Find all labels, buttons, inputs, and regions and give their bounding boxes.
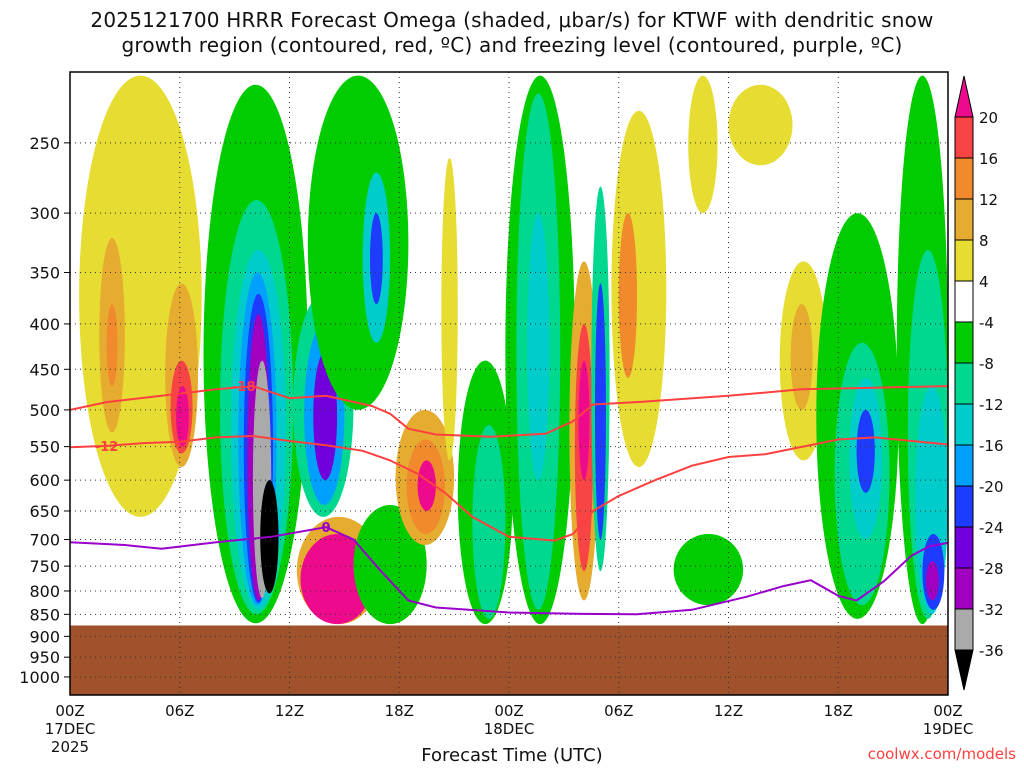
y-tick-label: 800	[29, 582, 60, 601]
plot-area: -18 -12 0	[70, 72, 948, 695]
contour-label: 0	[322, 521, 331, 536]
x-tick-label: 00Z	[55, 702, 84, 720]
x-tick-label: 12Z	[714, 702, 743, 720]
y-tick-label: 950	[29, 648, 60, 667]
colorbar-label: -4	[979, 314, 994, 332]
colorbar-segment	[954, 526, 974, 569]
colorbar-segment	[954, 280, 974, 323]
x-tick-label: 17DEC	[45, 720, 96, 738]
omega-shaded-region	[578, 360, 590, 481]
x-tick-label: 18Z	[385, 702, 414, 720]
y-tick-label: 650	[29, 502, 60, 521]
colorbar-segment	[954, 198, 974, 241]
omega-shaded-region	[790, 304, 813, 410]
credit-link[interactable]: coolwx.com/models	[868, 745, 1016, 763]
y-tick-label: 500	[29, 401, 60, 420]
omega-shaded-region	[472, 425, 506, 619]
colorbar-segment	[954, 444, 974, 487]
colorbar-segment	[954, 362, 974, 405]
x-tick-label: 00Z	[494, 702, 523, 720]
colorbar-segment	[954, 403, 974, 446]
x-tick-label: 06Z	[604, 702, 633, 720]
colorbar-label: -12	[979, 396, 1004, 414]
x-tick-label: 19DEC	[923, 720, 974, 738]
omega-shaded-region	[594, 283, 606, 540]
x-tick-label: 18Z	[824, 702, 853, 720]
y-tick-label: 350	[29, 263, 60, 282]
omega-shaded-region	[106, 304, 118, 387]
y-tick-label: 600	[29, 471, 60, 490]
x-tick-label: 18DEC	[484, 720, 535, 738]
colorbar-segment	[954, 239, 974, 282]
contour-label: -18	[232, 380, 256, 395]
y-tick-label: 900	[29, 627, 60, 646]
colorbar-segment	[954, 485, 974, 528]
omega-shaded-region	[673, 533, 744, 606]
colorbar-segment	[954, 116, 974, 159]
x-tick-label: 12Z	[275, 702, 304, 720]
omega-shaded-region	[307, 75, 409, 410]
contour-label: -12	[95, 440, 119, 455]
colorbar-segment	[954, 157, 974, 200]
x-tick-label: 06Z	[165, 702, 194, 720]
omega-shaded-region	[369, 213, 383, 305]
y-tick-label: 400	[29, 315, 60, 334]
colorbar-label: -20	[979, 478, 1004, 496]
terrain-ground	[70, 625, 948, 695]
colorbar-label: 4	[979, 273, 989, 291]
omega-shaded-region	[688, 75, 718, 214]
y-tick-label: 550	[29, 438, 60, 457]
colorbar-segment	[954, 321, 974, 364]
omega-shaded-region	[527, 213, 550, 481]
colorbar-label: -16	[979, 437, 1004, 455]
y-tick-label: 450	[29, 360, 60, 379]
omega-shaded-region	[926, 560, 939, 601]
colorbar-label: -32	[979, 601, 1004, 619]
colorbar-label: -28	[979, 560, 1004, 578]
y-tick-label: 700	[29, 531, 60, 550]
omega-shaded-region	[176, 386, 189, 447]
colorbar-label: 12	[979, 191, 998, 209]
colorbar-segment	[954, 608, 974, 651]
colorbar-label: 8	[979, 232, 989, 250]
colorbar-bottom-arrow	[954, 649, 974, 691]
cross-section-chart: -18 -12 0 250 300 350 400 450 500 550 600 650 700 750…	[19, 71, 1004, 756]
y-tick-label: 1000	[19, 668, 60, 687]
omega-shaded-region	[618, 213, 638, 378]
omega-shaded-region	[728, 84, 793, 166]
colorbar-label: 20	[979, 109, 998, 127]
colorbar-top-arrow	[954, 75, 974, 118]
colorbar-label: 16	[979, 150, 998, 168]
x-tick-label: 00Z	[933, 702, 962, 720]
colorbar-segment	[954, 567, 974, 610]
y-tick-label: 250	[29, 134, 60, 153]
colorbar-label: -8	[979, 355, 994, 373]
y-tick-label: 750	[29, 557, 60, 576]
y-tick-label: 300	[29, 204, 60, 223]
omega-shaded-region	[441, 157, 458, 461]
colorbar-label: -24	[979, 519, 1004, 537]
y-tick-label: 850	[29, 605, 60, 624]
colorbar-label: -36	[979, 642, 1004, 660]
